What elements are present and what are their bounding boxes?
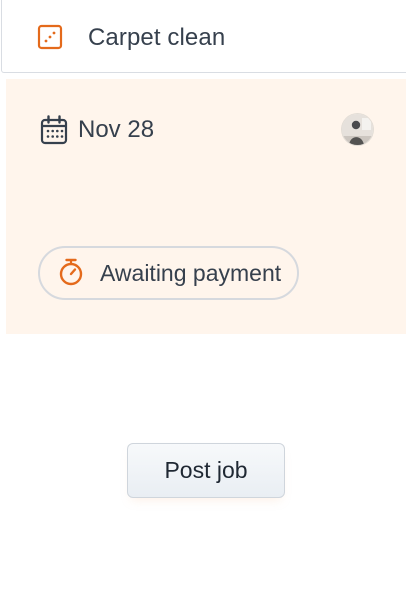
post-job-button[interactable]: Post job bbox=[127, 443, 285, 498]
status-badge: Awaiting payment bbox=[38, 246, 300, 300]
job-date: Nov 28 bbox=[78, 116, 155, 143]
job-card-screen: Carpet clean Nov 28 Awaiting payment Pos… bbox=[0, 0, 406, 598]
service-title: Carpet clean bbox=[88, 24, 226, 51]
calendar-icon bbox=[40, 115, 68, 145]
avatar-photo bbox=[342, 114, 373, 145]
carpet-icon bbox=[37, 24, 63, 50]
job-header[interactable]: Carpet clean bbox=[1, 0, 406, 73]
status-text: Awaiting payment bbox=[100, 260, 282, 286]
timer-icon bbox=[59, 258, 83, 286]
job-details-panel: Nov 28 Awaiting payment bbox=[6, 79, 406, 334]
avatar[interactable] bbox=[342, 114, 373, 145]
